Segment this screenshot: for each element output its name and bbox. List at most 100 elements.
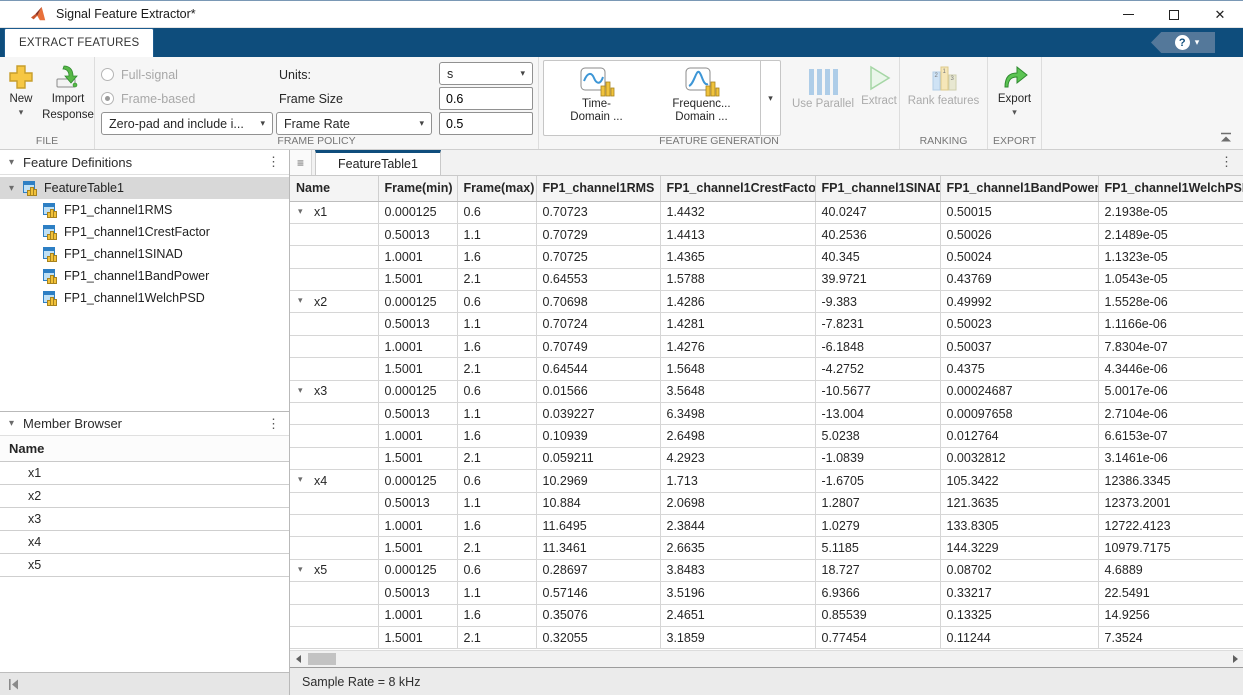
column-header[interactable]: Frame(max) [457, 176, 536, 201]
grid-cell[interactable]: 0.64544 [536, 358, 660, 380]
member-row[interactable]: x1 [0, 462, 289, 485]
grid-cell[interactable]: 2.1 [457, 537, 536, 559]
grid-cell[interactable]: 144.3229 [940, 537, 1098, 559]
grid-cell[interactable]: 3.1461e-06 [1098, 447, 1243, 469]
group-name-cell[interactable] [290, 537, 378, 559]
horizontal-scrollbar[interactable] [290, 650, 1243, 667]
frame-rate-dropdown[interactable]: Frame Rate ▾ [276, 112, 432, 135]
group-name-cell[interactable] [290, 492, 378, 514]
collapse-caret-icon[interactable]: ▾ [9, 157, 14, 168]
tree-item[interactable]: FP1_channel1CrestFactor [0, 221, 289, 243]
grid-cell[interactable]: 1.5788 [660, 268, 815, 290]
new-button[interactable]: New ▾ [0, 57, 42, 135]
grid-cell[interactable]: 0.70723 [536, 201, 660, 223]
grid-cell[interactable]: 6.9366 [815, 582, 940, 604]
collapse-panel-icon[interactable] [8, 679, 19, 690]
grid-cell[interactable]: 0.059211 [536, 447, 660, 469]
zero-pad-dropdown[interactable]: Zero-pad and include i... ▾ [101, 112, 273, 135]
grid-cell[interactable]: 0.64553 [536, 268, 660, 290]
grid-cell[interactable]: 1.5528e-06 [1098, 291, 1243, 313]
grid-cell[interactable]: 0.000125 [378, 470, 457, 492]
grid-cell[interactable]: 0.13325 [940, 604, 1098, 626]
grid-cell[interactable]: -1.6705 [815, 470, 940, 492]
grid-cell[interactable]: 0.6 [457, 201, 536, 223]
grid-cell[interactable]: 10.884 [536, 492, 660, 514]
grid-cell[interactable]: 1.5001 [378, 626, 457, 648]
grid-cell[interactable]: 40.2536 [815, 223, 940, 245]
frame-rate-input[interactable] [439, 112, 533, 135]
grid-cell[interactable]: 0.49992 [940, 291, 1098, 313]
grid-cell[interactable]: 0.000125 [378, 380, 457, 402]
grid-cell[interactable]: 10979.7175 [1098, 537, 1243, 559]
grid-cell[interactable]: 11.3461 [536, 537, 660, 559]
frame-size-input[interactable] [439, 87, 533, 110]
group-name-cell[interactable] [290, 582, 378, 604]
grid-cell[interactable]: 0.70698 [536, 291, 660, 313]
grid-cell[interactable]: 0.70749 [536, 335, 660, 357]
grid-cell[interactable]: 0.6 [457, 291, 536, 313]
group-name-cell[interactable]: ▾x4 [290, 470, 378, 492]
tree-item-featuretable1[interactable]: ▾ FeatureTable1 [0, 177, 289, 199]
group-name-cell[interactable]: ▾x2 [290, 291, 378, 313]
grid-cell[interactable]: 5.0017e-06 [1098, 380, 1243, 402]
grid-cell[interactable]: 0.33217 [940, 582, 1098, 604]
grid-cell[interactable]: 7.8304e-07 [1098, 335, 1243, 357]
grid-cell[interactable]: 0.77454 [815, 626, 940, 648]
kebab-menu-icon[interactable]: ⋮ [1220, 154, 1233, 170]
grid-cell[interactable]: 2.1489e-05 [1098, 223, 1243, 245]
tree-item[interactable]: FP1_channel1BandPower [0, 265, 289, 287]
help-button[interactable]: ? ▾ [1151, 32, 1215, 53]
grid-cell[interactable]: 1.6 [457, 425, 536, 447]
maximize-button[interactable] [1151, 1, 1197, 28]
grid-cell[interactable]: 1.4432 [660, 201, 815, 223]
grid-cell[interactable]: 6.6153e-07 [1098, 425, 1243, 447]
grid-cell[interactable]: 1.1 [457, 223, 536, 245]
grid-cell[interactable]: 0.57146 [536, 582, 660, 604]
grid-cell[interactable]: 0.11244 [940, 626, 1098, 648]
grid-cell[interactable]: 2.1 [457, 358, 536, 380]
collapse-caret-icon[interactable]: ▾ [9, 418, 14, 429]
group-name-cell[interactable] [290, 604, 378, 626]
grid-cell[interactable]: 1.6 [457, 335, 536, 357]
grid-cell[interactable]: 3.5648 [660, 380, 815, 402]
grid-cell[interactable]: 6.3498 [660, 403, 815, 425]
group-collapse-icon[interactable]: ▾ [298, 385, 303, 396]
grid-cell[interactable]: 0.000125 [378, 201, 457, 223]
grid-cell[interactable]: 0.08702 [940, 559, 1098, 581]
kebab-menu-icon[interactable]: ⋮ [267, 154, 280, 170]
tab-featuretable1[interactable]: FeatureTable1 [315, 150, 441, 175]
member-row[interactable]: x4 [0, 531, 289, 554]
scroll-left-button[interactable] [290, 651, 306, 667]
grid-cell[interactable]: 12373.2001 [1098, 492, 1243, 514]
grid-cell[interactable]: 4.2923 [660, 447, 815, 469]
grid-cell[interactable]: 0.50015 [940, 201, 1098, 223]
grid-cell[interactable]: 0.50013 [378, 223, 457, 245]
grid-cell[interactable]: 1.0543e-05 [1098, 268, 1243, 290]
grid-cell[interactable]: 3.1859 [660, 626, 815, 648]
grid-cell[interactable]: 1.1323e-05 [1098, 246, 1243, 268]
grid-cell[interactable]: 14.9256 [1098, 604, 1243, 626]
grid-cell[interactable]: 1.0001 [378, 514, 457, 536]
grid-cell[interactable]: 3.8483 [660, 559, 815, 581]
grid-cell[interactable]: 1.5001 [378, 537, 457, 559]
column-header[interactable]: FP1_channel1WelchPSD_ [1098, 176, 1243, 201]
grid-cell[interactable]: 0.70725 [536, 246, 660, 268]
group-name-cell[interactable] [290, 223, 378, 245]
grid-cell[interactable]: 0.28697 [536, 559, 660, 581]
kebab-menu-icon[interactable]: ⋮ [267, 416, 280, 432]
grid-cell[interactable]: 2.4651 [660, 604, 815, 626]
group-name-cell[interactable] [290, 313, 378, 335]
grid-cell[interactable]: 12722.4123 [1098, 514, 1243, 536]
grid-cell[interactable]: 2.1938e-05 [1098, 201, 1243, 223]
group-collapse-icon[interactable]: ▾ [298, 206, 303, 217]
grid-cell[interactable]: 1.4365 [660, 246, 815, 268]
grid-cell[interactable]: 133.8305 [940, 514, 1098, 536]
grid-cell[interactable]: -6.1848 [815, 335, 940, 357]
grid-cell[interactable]: 1.1 [457, 582, 536, 604]
grid-cell[interactable]: 0.50013 [378, 492, 457, 514]
group-name-cell[interactable]: ▾x1 [290, 201, 378, 223]
grid-cell[interactable]: 7.3524 [1098, 626, 1243, 648]
grid-cell[interactable]: 1.1 [457, 313, 536, 335]
grid-cell[interactable]: 0.6 [457, 559, 536, 581]
grid-cell[interactable]: 2.6498 [660, 425, 815, 447]
